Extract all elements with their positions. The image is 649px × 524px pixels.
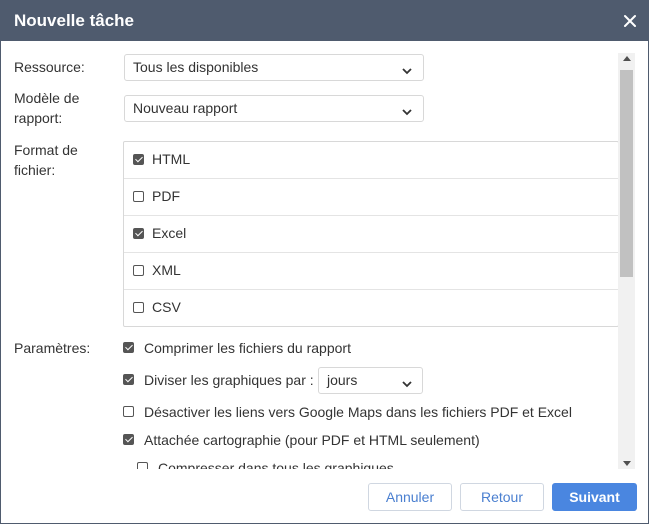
dialog-title: Nouvelle tâche <box>14 11 134 30</box>
format-html-label: HTML <box>152 151 191 167</box>
param-compress-label: Comprimer les fichiers du rapport <box>144 340 351 356</box>
split-unit-select[interactable]: jours <box>318 367 423 394</box>
next-button[interactable]: Suivant <box>552 483 637 511</box>
param-attach-map-label: Attachée cartographie (pour PDF et HTML … <box>144 432 480 448</box>
param-compress-checkbox[interactable] <box>123 342 134 353</box>
format-html-checkbox[interactable] <box>133 154 144 165</box>
format-label-line1: Format de <box>14 142 78 158</box>
format-pdf-checkbox[interactable] <box>133 191 144 202</box>
template-select[interactable]: Nouveau rapport <box>124 95 424 122</box>
scrollbar-thumb[interactable] <box>620 70 633 277</box>
format-row-excel[interactable]: Excel <box>124 216 618 253</box>
format-xml-checkbox[interactable] <box>133 265 144 276</box>
param-disable-links-checkbox[interactable] <box>123 406 134 417</box>
template-select-value: Nouveau rapport <box>133 100 238 116</box>
param-disable-links-label: Désactiver les liens vers Google Maps da… <box>144 404 572 420</box>
new-task-dialog: Nouvelle tâche Ressource: Tous les dispo… <box>0 0 649 524</box>
format-row-pdf[interactable]: PDF <box>124 179 618 216</box>
scroll-up-arrow-icon[interactable] <box>623 56 631 61</box>
param-compress-all-checkbox[interactable] <box>137 462 148 469</box>
chevron-down-icon <box>401 376 413 388</box>
format-row-csv[interactable]: CSV <box>124 290 618 327</box>
param-split-label: Diviser les graphiques par : <box>144 372 314 388</box>
content-scrollbar[interactable] <box>618 53 635 469</box>
dialog-content: Ressource: Tous les disponibles Modèle d… <box>1 41 635 469</box>
chevron-down-icon <box>401 104 413 116</box>
format-row-html[interactable]: HTML <box>124 142 618 179</box>
param-compress-all-label: Compresser dans tous les graphiques <box>158 460 394 469</box>
close-icon[interactable] <box>619 10 641 32</box>
format-excel-checkbox[interactable] <box>133 228 144 239</box>
resource-label: Ressource: <box>14 59 85 75</box>
template-label-line1: Modèle de <box>14 90 80 106</box>
chevron-down-icon <box>401 63 413 75</box>
split-unit-value: jours <box>327 372 358 388</box>
dialog-footer: Annuler Retour Suivant <box>1 469 648 523</box>
params-label: Paramètres: <box>14 340 91 356</box>
format-excel-label: Excel <box>152 225 187 241</box>
template-label-line2: rapport: <box>14 110 63 126</box>
format-xml-label: XML <box>152 262 181 278</box>
format-csv-label: CSV <box>152 299 181 315</box>
format-csv-checkbox[interactable] <box>133 302 144 313</box>
format-label-line2: fichier: <box>14 162 56 178</box>
format-pdf-label: PDF <box>152 188 180 204</box>
file-format-list: HTML PDF Excel XML CSV <box>123 141 619 327</box>
format-row-xml[interactable]: XML <box>124 253 618 290</box>
dialog-titlebar: Nouvelle tâche <box>1 1 648 41</box>
resource-select[interactable]: Tous les disponibles <box>124 54 424 81</box>
resource-select-value: Tous les disponibles <box>133 59 259 75</box>
back-button[interactable]: Retour <box>460 483 544 511</box>
scroll-down-arrow-icon[interactable] <box>623 461 631 466</box>
param-attach-map-checkbox[interactable] <box>123 434 134 445</box>
cancel-button[interactable]: Annuler <box>368 483 452 511</box>
param-split-checkbox[interactable] <box>123 374 134 385</box>
